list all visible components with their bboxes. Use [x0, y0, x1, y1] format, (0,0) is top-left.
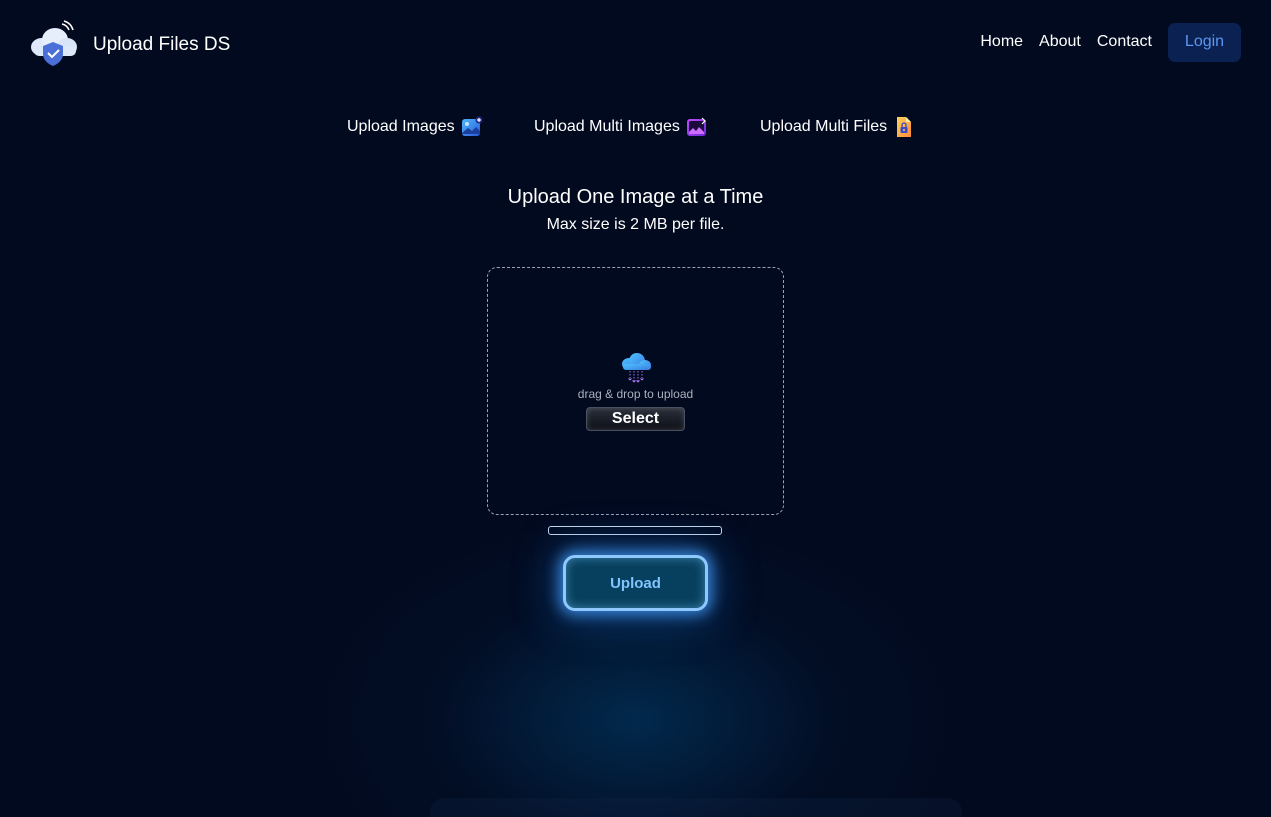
- select-file-button[interactable]: Select: [586, 407, 685, 431]
- nav-contact-link[interactable]: Contact: [1097, 33, 1152, 51]
- tab-upload-multi-images[interactable]: Upload Multi Images: [534, 113, 708, 141]
- tab-upload-multi-files[interactable]: Upload Multi Files: [760, 113, 915, 141]
- nav-about-link[interactable]: About: [1039, 33, 1081, 51]
- multi-image-icon: [686, 117, 706, 136]
- upload-progress-bar: [548, 526, 722, 535]
- upload-type-tabs: Upload Images Upload Multi Images Upload…: [0, 113, 1271, 141]
- tab-label: Upload Images: [347, 118, 455, 135]
- page-title: Upload One Image at a Time: [507, 186, 764, 208]
- upload-button[interactable]: Upload: [563, 555, 708, 611]
- footer-panel: [430, 798, 962, 817]
- tab-label: Upload Multi Files: [760, 118, 888, 135]
- nav-home-link[interactable]: Home: [980, 33, 1023, 51]
- cloud-upload-icon: [622, 353, 651, 383]
- tab-upload-images[interactable]: Upload Images: [347, 113, 483, 141]
- tab-label: Upload Multi Images: [534, 118, 680, 135]
- main-nav: Home About Contact Login: [980, 22, 1241, 62]
- drop-zone[interactable]: drag & drop to upload Select: [487, 267, 784, 515]
- brand-title: Upload Files DS: [93, 34, 231, 55]
- drop-hint: drag & drop to upload: [577, 387, 694, 401]
- header: Upload Files DS Home About Contact Login: [0, 0, 1271, 86]
- image-add-icon: [461, 116, 483, 136]
- file-lock-icon: [897, 117, 912, 137]
- cloud-shield-icon[interactable]: [28, 20, 80, 70]
- size-limit-note: Max size is 2 MB per file.: [546, 216, 725, 233]
- login-button[interactable]: Login: [1168, 22, 1241, 62]
